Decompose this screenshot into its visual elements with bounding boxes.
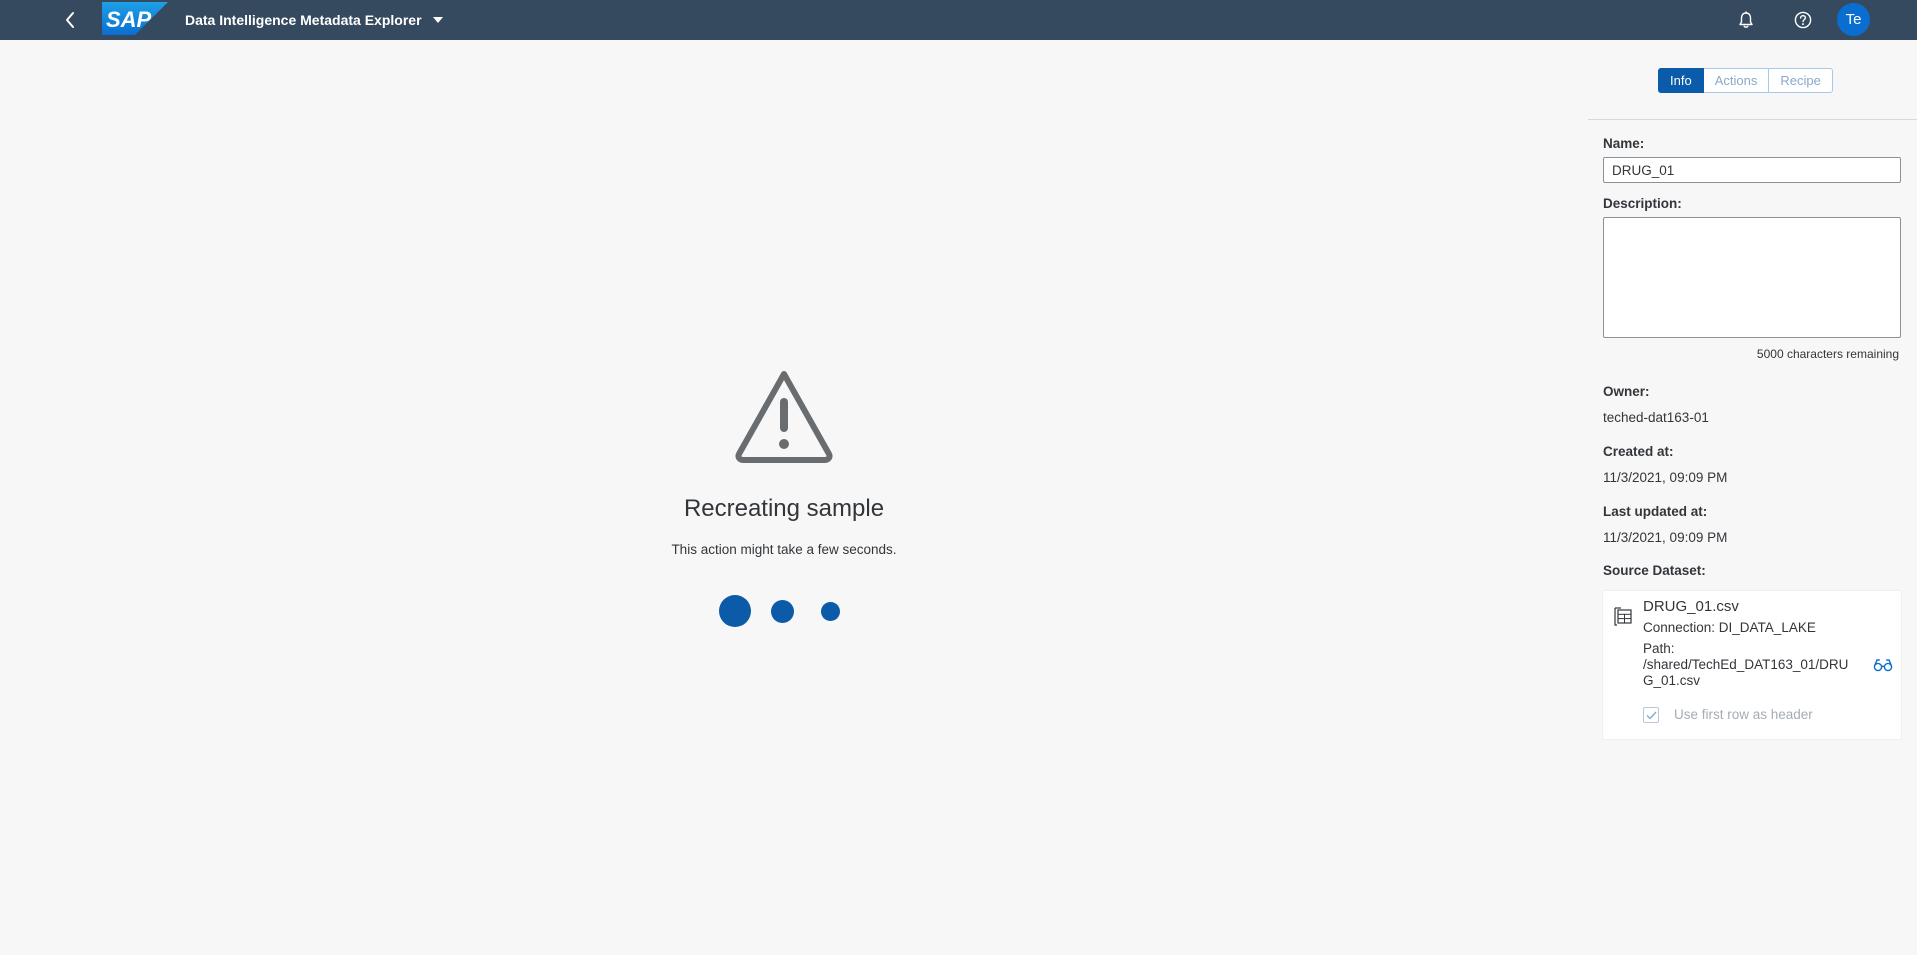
busy-dot: [771, 600, 794, 623]
busy-dot: [821, 602, 840, 621]
source-dataset-label: Source Dataset:: [1603, 563, 1706, 578]
loading-state: Recreating sample This action might take…: [560, 368, 1008, 627]
bell-icon: [1739, 11, 1753, 28]
description-textarea[interactable]: [1603, 217, 1901, 338]
busy-dot: [719, 595, 751, 627]
dataset-name: DRUG_01.csv: [1643, 598, 1739, 615]
char-remaining: 5000 characters remaining: [1756, 347, 1899, 361]
warning-icon: [735, 371, 833, 463]
panel-tabs: Info Actions Recipe: [1658, 68, 1833, 93]
dataset-path: /shared/TechEd_DAT163_01/DRUG_01.csv: [1643, 657, 1849, 688]
created-value: 11/3/2021, 09:09 PM: [1603, 470, 1728, 485]
tab-actions[interactable]: Actions: [1703, 68, 1770, 93]
tab-info[interactable]: Info: [1658, 68, 1704, 93]
loading-title: Recreating sample: [683, 495, 885, 522]
shell-bar: SAP Data Intelligence Metadata Explorer …: [0, 0, 1917, 40]
use-header-checkbox-label: Use first row as header: [1674, 707, 1813, 722]
source-dataset-card: DRUG_01.csv Connection: DI_DATA_LAKE Pat…: [1603, 591, 1901, 739]
app-title: Data Intelligence Metadata Explorer: [185, 12, 422, 28]
help-button[interactable]: [1789, 6, 1817, 34]
dataset-connection: Connection: DI_DATA_LAKE: [1643, 620, 1816, 635]
glasses-icon[interactable]: [1873, 657, 1893, 673]
back-button[interactable]: [56, 6, 84, 34]
tab-recipe[interactable]: Recipe: [1769, 68, 1833, 93]
panel-divider: [1588, 119, 1917, 120]
use-header-checkbox[interactable]: [1643, 707, 1659, 723]
notifications-button[interactable]: [1732, 6, 1760, 34]
dataset-file-icon: [1614, 607, 1632, 626]
chevron-down-icon: [432, 17, 443, 23]
svg-text:SAP: SAP: [106, 7, 152, 32]
dataset-path-label: Path:: [1643, 641, 1675, 656]
updated-value: 11/3/2021, 09:09 PM: [1603, 530, 1728, 545]
sap-logo[interactable]: SAP: [102, 2, 168, 35]
help-icon: [1794, 11, 1812, 29]
loading-subtitle: This action might take a few seconds.: [671, 542, 897, 557]
owner-label: Owner:: [1603, 384, 1650, 399]
name-input[interactable]: [1603, 157, 1901, 183]
description-label: Description:: [1603, 196, 1682, 211]
name-label: Name:: [1603, 136, 1645, 151]
checkmark-icon: [1646, 711, 1657, 720]
user-avatar[interactable]: Te: [1837, 3, 1870, 36]
app-title-menu[interactable]: Data Intelligence Metadata Explorer: [185, 0, 444, 40]
back-icon: [66, 12, 74, 28]
owner-value: teched-dat163-01: [1603, 410, 1709, 425]
created-label: Created at:: [1603, 444, 1674, 459]
busy-indicator: [719, 595, 849, 627]
updated-label: Last updated at:: [1603, 504, 1708, 519]
